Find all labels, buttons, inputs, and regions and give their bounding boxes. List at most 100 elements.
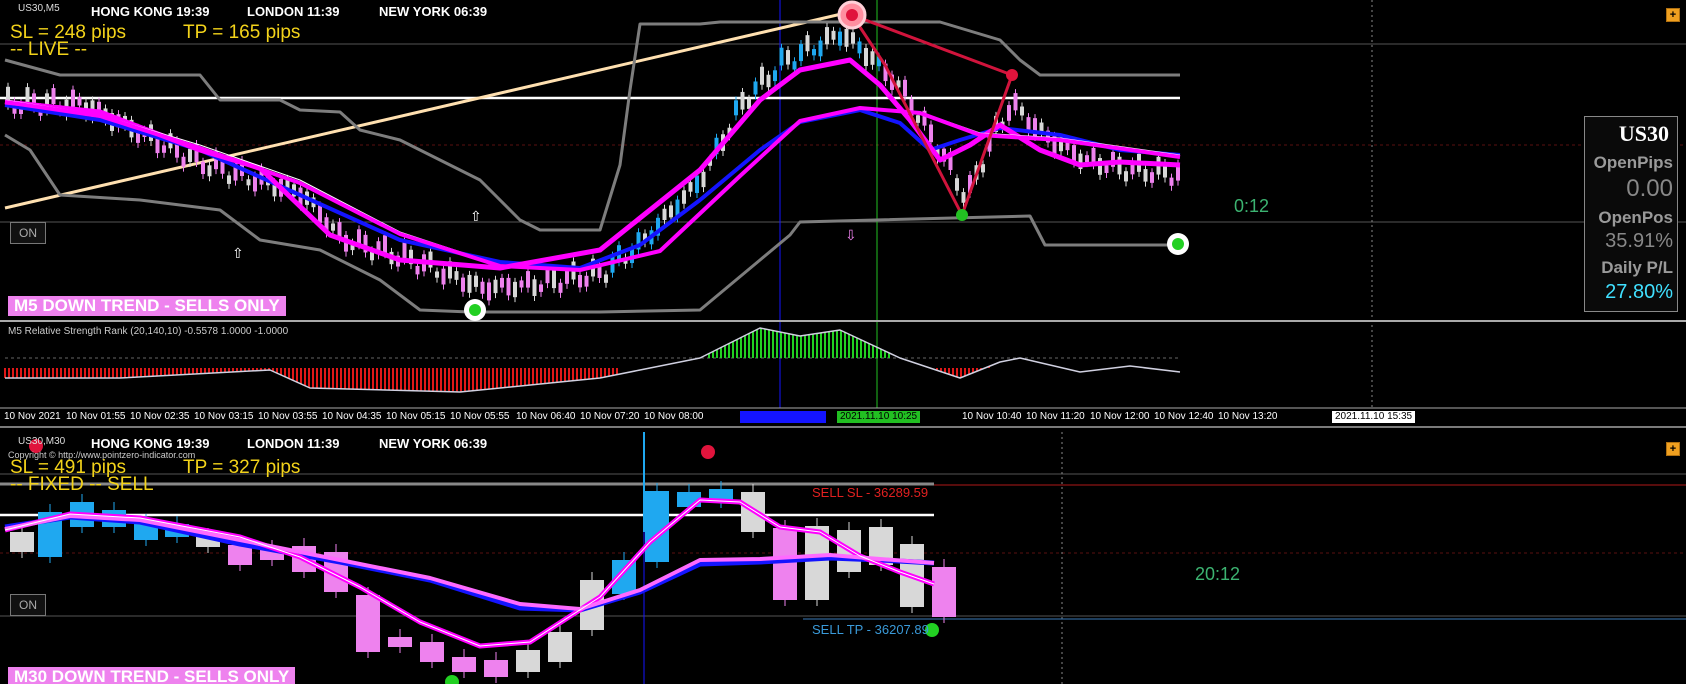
candle-body (402, 241, 407, 260)
open-pos-label: OpenPos (1598, 208, 1673, 227)
candle-body (916, 115, 920, 123)
take-profit-pips: TP = 165 pips (183, 22, 301, 43)
candle-body (253, 175, 257, 192)
candle-body (181, 156, 186, 167)
candle-body (357, 229, 361, 245)
m30-trade-mode: -- FIXED -- SELL (10, 474, 154, 495)
candle-body (516, 650, 540, 672)
m30-chart-options-icon[interactable]: + (1666, 442, 1680, 456)
candle-body (851, 32, 855, 44)
candle-body (831, 30, 836, 40)
candle-body (1104, 165, 1109, 174)
indicator-label: M5 Relative Strength Rank (20,140,10) -0… (8, 326, 289, 337)
time-highlight-white: 2021.11.10 15:35 (1332, 411, 1416, 423)
candle-body (932, 567, 956, 617)
candle-body (539, 284, 543, 292)
candle-body (207, 165, 212, 177)
up-arrow-icon: ⇧ (232, 246, 244, 262)
candle-body (162, 145, 166, 153)
candle-body (961, 192, 966, 203)
candle-body (435, 271, 439, 278)
m30-chart-pane[interactable]: US30,M30 HONG KONG 19:39 LONDON 11:39 NE… (0, 432, 1686, 684)
candle-body (1085, 155, 1089, 163)
candle-body (500, 277, 504, 288)
time-axis-tick: 10 Nov 12:40 (1154, 411, 1214, 422)
candle-body (51, 88, 56, 105)
zigzag-point (956, 209, 968, 221)
time-axis-tick: 10 Nov 02:35 (130, 411, 190, 422)
candle-body (506, 277, 511, 296)
candle-body (864, 48, 868, 66)
candle-timer: 0:12 (1234, 196, 1270, 216)
on-toggle-button[interactable]: ON (10, 222, 46, 244)
swing-low-dot (469, 304, 481, 316)
up-arrow-icon: ⇧ (470, 209, 482, 225)
time-axis-tick: 10 Nov 05:55 (450, 411, 510, 422)
candle-body (454, 271, 459, 280)
time-axis-tick: 10 Nov 13:20 (1218, 411, 1278, 422)
candle-body (565, 270, 569, 284)
candle-body (1020, 106, 1024, 116)
m30-candle-timer: 20:12 (1195, 564, 1241, 584)
candle-body (474, 275, 478, 287)
candle-body (584, 275, 589, 287)
time-axis-tick: 10 Nov 06:40 (516, 411, 576, 422)
chart-options-icon[interactable]: + (1666, 8, 1680, 22)
candle-body (487, 282, 491, 301)
m30-trend-banner: M30 DOWN TREND - SELLS ONLY (8, 667, 296, 684)
candle-body (604, 274, 608, 283)
trend-banner: M5 DOWN TREND - SELLS ONLY (8, 296, 286, 316)
swing-low-dot (445, 675, 459, 684)
account-info-panel: US30 OpenPips 0.00 OpenPos 35.91% Daily … (1584, 116, 1678, 312)
candle-body (844, 28, 849, 47)
clock-new-york: NEW YORK 06:39 (372, 3, 495, 21)
m5-chart-pane[interactable]: ⇧ ⇧ ⇩ US30,M5 HONG KONG 19:39 LONDON 11:39… (0, 0, 1686, 428)
time-axis-tick: 10 Nov 2021 (4, 411, 61, 422)
panel-symbol: US30 (1618, 121, 1669, 146)
swing-high-dot (701, 445, 715, 459)
candle-body (786, 50, 790, 65)
down-arrow-icon: ⇩ (845, 228, 857, 244)
zigzag-point (1006, 69, 1018, 81)
time-axis-tick: 10 Nov 03:55 (258, 411, 318, 422)
candle-body (981, 164, 985, 173)
trade-mode: -- LIVE -- (10, 39, 88, 60)
candle-body (1117, 156, 1122, 175)
clock-hong-kong: HONG KONG 19:39 (84, 3, 217, 21)
candle-body (773, 528, 797, 600)
channel-lower (4, 133, 1180, 314)
m30-on-toggle-button[interactable]: ON (10, 594, 46, 616)
candle-body (467, 274, 472, 293)
candle-body (513, 281, 517, 298)
candle-body (812, 49, 816, 56)
candle-body (779, 47, 784, 66)
time-axis-tick: 10 Nov 12:00 (1090, 411, 1150, 422)
candle-body (688, 182, 693, 192)
candle-body (805, 35, 810, 52)
candle-body (701, 171, 706, 188)
candle-body (558, 282, 563, 293)
candle-body (552, 270, 556, 289)
open-pos-value: 35.91% (1605, 230, 1673, 252)
m30-take-profit-pips: TP = 327 pips (183, 457, 301, 478)
time-axis-tick: 10 Nov 11:20 (1026, 411, 1085, 422)
candle-body (1007, 105, 1011, 121)
candle-body (383, 235, 387, 254)
m30-clock-new-york: NEW YORK 06:39 (372, 435, 495, 453)
candle-body (441, 268, 446, 285)
time-axis-tick: 10 Nov 10:40 (962, 411, 1022, 422)
candle-body (480, 281, 485, 294)
time-axis-tick: 10 Nov 01:55 (66, 411, 126, 422)
candle-body (532, 279, 537, 296)
m5-price-chart[interactable]: ⇧ ⇧ ⇩ (0, 0, 1686, 428)
time-axis-tick: 10 Nov 05:15 (386, 411, 446, 422)
candle-body (493, 279, 498, 294)
m5-symbol-title: US30,M5 (18, 3, 60, 14)
candle-body (548, 632, 572, 662)
candle-body (818, 40, 823, 57)
candle-body (838, 31, 842, 46)
candle-body (356, 595, 380, 652)
candle-body (1026, 117, 1031, 132)
candle-body (1143, 169, 1148, 182)
candle-body (420, 642, 444, 662)
